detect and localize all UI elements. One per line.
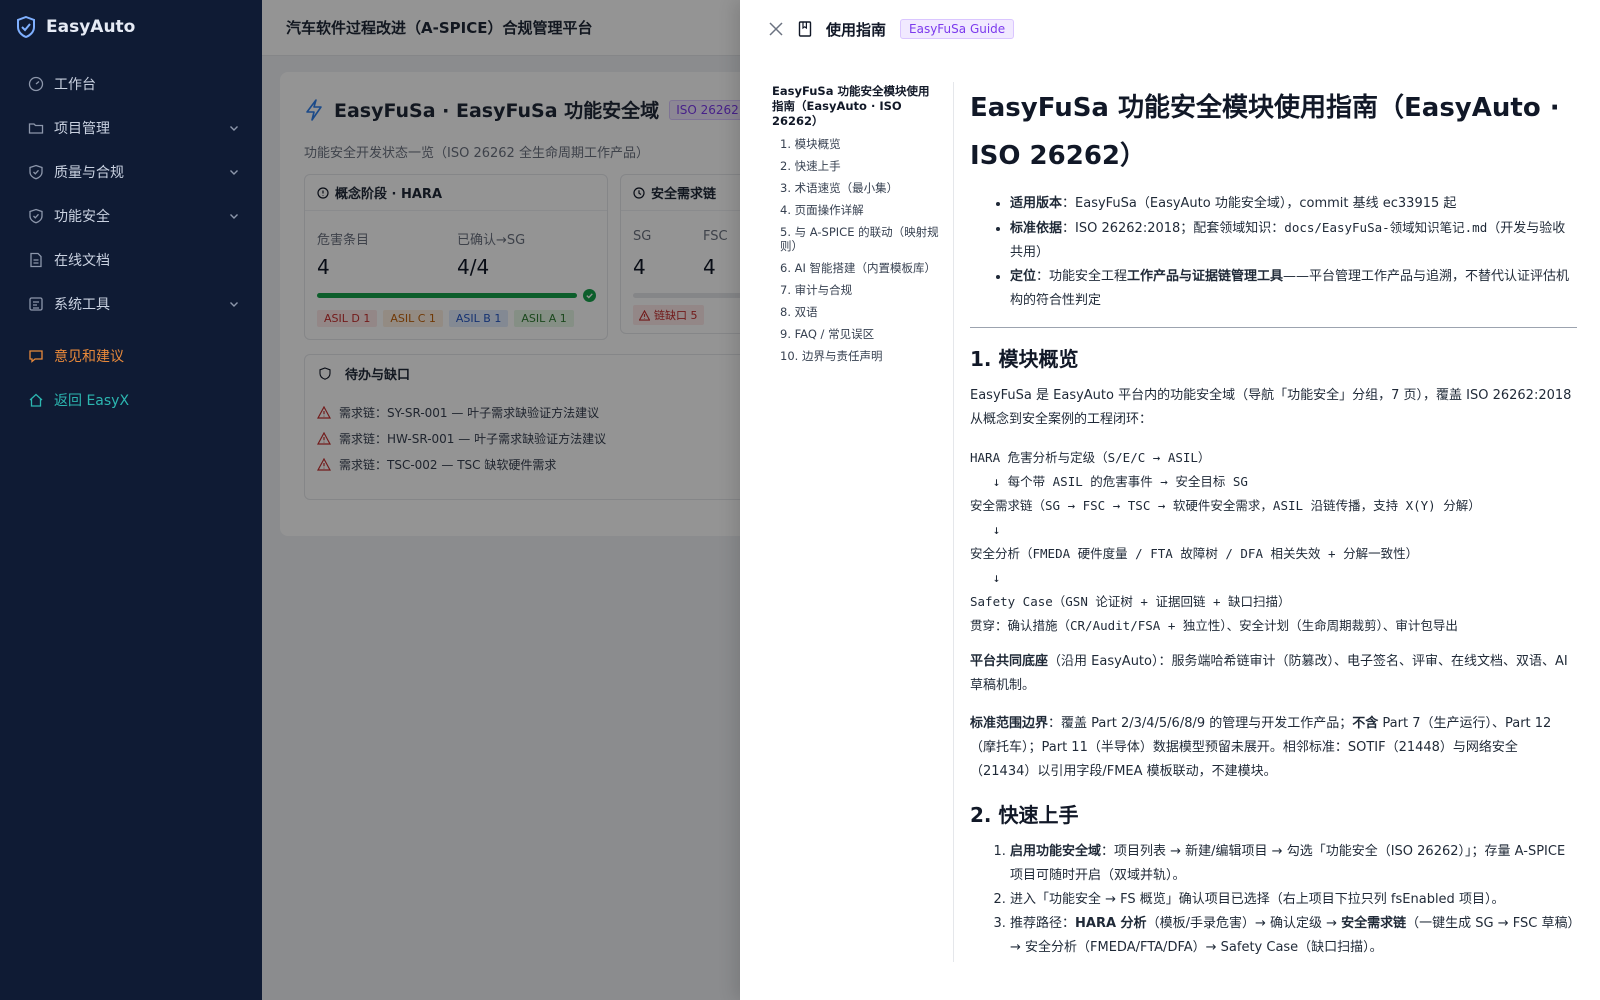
text: （模板/手录危害）→ 确认定级 →: [1146, 916, 1342, 931]
paragraph: 平台共同底座（沿用 EasyAuto）：服务端哈希链审计（防篡改）、电子签名、评…: [970, 650, 1577, 698]
text: （沿用 EasyAuto）：服务端哈希链审计（防篡改）、电子签名、评审、在线文档…: [970, 654, 1568, 693]
text: 进入「功能安全 → FS 概览」确认项目已选择（右上项目下拉只列 fsEnabl…: [1010, 892, 1505, 907]
close-icon[interactable]: [768, 21, 784, 37]
toc-item[interactable]: 6. AI 智能搭建（内置模板库）: [780, 261, 940, 275]
guide-drawer: 使用指南 EasyFuSa Guide EasyFuSa 功能安全模块使用指南（…: [740, 0, 1600, 1000]
chevron-down-icon: [230, 214, 238, 219]
toc-item[interactable]: 4. 页面操作详解: [780, 203, 940, 217]
meta-value: ：功能安全工程: [1036, 269, 1128, 284]
sidebar-item-label: 系统工具: [54, 297, 110, 313]
sidebar-nav: 工作台 项目管理 质量与合规 功能安全 在线文档 系统工具 意见和建议 返回 E…: [0, 62, 262, 422]
sidebar-item-label: 工作台: [54, 77, 96, 93]
divider: [970, 327, 1577, 328]
section-heading: 2. 快速上手: [970, 803, 1079, 827]
sidebar-item-label: 功能安全: [54, 209, 110, 225]
paragraph: 标准范围边界：覆盖 Part 2/3/4/5/6/8/9 的管理与开发工作产品；…: [970, 712, 1577, 784]
bold-text: 平台共同底座: [970, 654, 1049, 669]
bold-text: 启用功能安全域: [1010, 844, 1102, 859]
table-of-contents: EasyFuSa 功能安全模块使用指南（EasyAuto · ISO 26262…: [772, 84, 940, 371]
text: ：覆盖 Part 2/3/4/5/6/8/9 的管理与开发工作产品；: [1048, 716, 1353, 731]
document-icon: [30, 252, 42, 268]
tools-icon: [29, 297, 43, 311]
toc-item[interactable]: 7. 审计与合规: [780, 283, 940, 297]
step-item: 启用功能安全域：项目列表 → 新建/编辑项目 → 勾选「功能安全（ISO 262…: [1010, 840, 1577, 888]
shield-logo-icon: [17, 16, 35, 38]
toc-divider: [953, 82, 954, 962]
text: 推荐路径：: [1010, 916, 1076, 931]
meta-key: 定位: [1010, 269, 1037, 284]
sidebar-item-functional-safety[interactable]: 功能安全: [0, 194, 262, 238]
bold-text: 标准范围边界: [970, 716, 1049, 731]
brand-name: EasyAuto: [46, 17, 136, 37]
nav-divider: [0, 326, 262, 334]
sidebar-item-label: 在线文档: [54, 253, 110, 269]
sidebar-item-label: 意见和建议: [54, 349, 124, 365]
sidebar-item-docs[interactable]: 在线文档: [0, 238, 262, 282]
drawer-title: 使用指南: [826, 20, 887, 39]
folder-icon: [28, 123, 44, 134]
sidebar-item-back[interactable]: 返回 EasyX: [0, 378, 262, 422]
sidebar-item-feedback[interactable]: 意见和建议: [0, 334, 262, 378]
toc-item[interactable]: 3. 术语速览（最小集）: [780, 181, 940, 195]
meta-value: ：EasyFuSa（EasyAuto 功能安全域），commit 基线 ec33…: [1062, 196, 1457, 211]
chevron-down-icon: [230, 170, 238, 175]
chevron-down-icon: [230, 126, 238, 131]
meta-value: ：ISO 26262:2018；配套领域知识：: [1062, 221, 1285, 236]
toc-title[interactable]: EasyFuSa 功能安全模块使用指南（EasyAuto · ISO 26262…: [772, 84, 940, 129]
steps-list: 启用功能安全域：项目列表 → 新建/编辑项目 → 勾选「功能安全（ISO 262…: [970, 840, 1577, 960]
modal-overlay[interactable]: [262, 0, 740, 1000]
sidebar-item-projects[interactable]: 项目管理: [0, 106, 262, 150]
meta-key: 适用版本: [1010, 196, 1063, 211]
meta-list: 适用版本：EasyFuSa（EasyAuto 功能安全域），commit 基线 …: [970, 192, 1577, 313]
bold-text: 不含: [1352, 716, 1379, 731]
meta-item: 适用版本：EasyFuSa（EasyAuto 功能安全域），commit 基线 …: [1010, 192, 1577, 216]
toc-item[interactable]: 2. 快速上手: [780, 159, 940, 173]
guide-tag: EasyFuSa Guide: [900, 19, 1015, 39]
guide-heading: EasyFuSa 功能安全模块使用指南（EasyAuto · ISO 26262…: [970, 93, 1560, 171]
meta-item: 定位：功能安全工程工作产品与证据链管理工具——平台管理工作产品与追溯，不替代认证…: [1010, 265, 1577, 313]
toc-item[interactable]: 5. 与 A-SPICE 的联动（映射规则）: [780, 225, 940, 253]
sidebar: EasyAuto 工作台 项目管理 质量与合规 功能安全 在线文档 系统工具 意…: [0, 0, 262, 1000]
shield-icon: [29, 208, 43, 224]
bold-text: 安全需求链: [1341, 916, 1407, 931]
sidebar-item-dashboard[interactable]: 工作台: [0, 62, 262, 106]
bold-text: HARA 分析: [1075, 916, 1147, 931]
sidebar-item-label: 返回 EasyX: [54, 393, 130, 409]
flow-code-block: HARA 危害分析与定级（S/E/C → ASIL） ↓ 每个带 ASIL 的危…: [970, 450, 1481, 633]
meta-bold: 工作产品与证据链管理工具: [1127, 269, 1284, 284]
toc-item[interactable]: 8. 双语: [780, 305, 940, 319]
toc-item[interactable]: 9. FAQ / 常见误区: [780, 327, 940, 341]
sidebar-item-label: 质量与合规: [54, 165, 124, 181]
chevron-down-icon: [230, 302, 238, 307]
book-icon: [798, 21, 812, 37]
brand[interactable]: EasyAuto: [0, 0, 262, 54]
home-icon: [29, 393, 43, 407]
guide-content[interactable]: EasyFuSa 功能安全模块使用指南（EasyAuto · ISO 26262…: [970, 84, 1577, 962]
sidebar-item-quality[interactable]: 质量与合规: [0, 150, 262, 194]
meta-key: 标准依据: [1010, 221, 1063, 236]
inline-code: docs/EasyFuSa-领域知识笔记.md: [1284, 220, 1488, 235]
meta-item: 标准依据：ISO 26262:2018；配套领域知识：docs/EasyFuSa…: [1010, 216, 1577, 265]
drawer-header: 使用指南 EasyFuSa Guide: [740, 0, 1600, 58]
gauge-icon: [28, 76, 44, 92]
step-item: 进入「功能安全 → FS 概览」确认项目已选择（右上项目下拉只列 fsEnabl…: [1010, 888, 1577, 912]
sidebar-item-label: 项目管理: [54, 121, 110, 137]
sidebar-item-tools[interactable]: 系统工具: [0, 282, 262, 326]
shield-check-icon: [29, 164, 43, 180]
paragraph: EasyFuSa 是 EasyAuto 平台内的功能安全域（导航「功能安全」分组…: [970, 388, 1572, 427]
section-heading: 1. 模块概览: [970, 347, 1079, 371]
toc-item[interactable]: 1. 模块概览: [780, 137, 940, 151]
chat-icon: [29, 350, 43, 363]
step-item: 推荐路径：HARA 分析（模板/手录危害）→ 确认定级 → 安全需求链（一键生成…: [1010, 912, 1577, 960]
toc-item[interactable]: 10. 边界与责任声明: [780, 349, 940, 363]
